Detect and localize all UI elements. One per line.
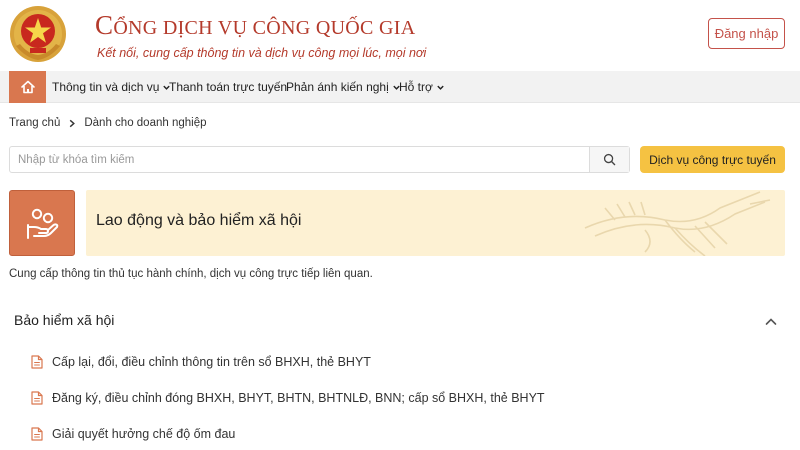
- category-title: Lao động và bảo hiểm xã hội: [96, 212, 302, 229]
- home-button[interactable]: [9, 71, 46, 103]
- accordion-title: Bảo hiểm xã hội: [14, 312, 115, 328]
- national-emblem-icon[interactable]: [8, 4, 68, 66]
- site-header: CỔNG DỊCH VỤ CÔNG QUỐC GIA Kết nối, cung…: [0, 0, 800, 71]
- chevron-down-icon: [436, 83, 445, 92]
- hand-coins-icon: [27, 208, 59, 239]
- procedure-item[interactable]: Giải quyết hưởng chế độ ốm đau: [31, 425, 235, 443]
- search-input[interactable]: [10, 147, 590, 172]
- search-icon: [603, 153, 616, 166]
- chevron-right-icon: [68, 119, 76, 128]
- bird-decoration-icon: [584, 191, 771, 256]
- chevron-up-icon[interactable]: [763, 314, 779, 330]
- search-bar: [9, 146, 630, 173]
- nav-item-support[interactable]: Hỗ trợ: [399, 71, 445, 103]
- document-icon: [31, 391, 43, 405]
- document-icon: [31, 355, 43, 369]
- category-description: Cung cấp thông tin thủ tục hành chính, d…: [9, 268, 373, 280]
- breadcrumb-home-link[interactable]: Trang chủ: [9, 117, 60, 129]
- category-banner: Lao động và bảo hiểm xã hội: [86, 190, 785, 256]
- nav-item-online-payment[interactable]: Thanh toán trực tuyến: [169, 71, 287, 103]
- site-title[interactable]: CỔNG DỊCH VỤ CÔNG QUỐC GIA: [95, 10, 415, 41]
- document-icon: [31, 427, 43, 441]
- online-services-button[interactable]: Dịch vụ công trực tuyến: [640, 146, 785, 173]
- category-icon-tile: [9, 190, 75, 256]
- nav-item-info-services[interactable]: Thông tin và dịch vụ: [52, 71, 171, 103]
- main-nav: Thông tin và dịch vụ Thanh toán trực tuy…: [0, 71, 800, 103]
- procedure-item[interactable]: Đăng ký, điều chỉnh đóng BHXH, BHYT, BHT…: [31, 389, 545, 407]
- search-button[interactable]: [589, 147, 629, 172]
- breadcrumb: Trang chủ Dành cho doanh nghiệp: [9, 117, 207, 129]
- procedure-item[interactable]: Cấp lại, đổi, điều chỉnh thông tin trên …: [31, 353, 371, 371]
- nav-item-feedback[interactable]: Phản ánh kiến nghị: [286, 71, 401, 103]
- login-button[interactable]: Đăng nhập: [708, 18, 785, 49]
- breadcrumb-current: Dành cho doanh nghiệp: [84, 117, 207, 129]
- accordion-social-insurance[interactable]: Bảo hiểm xã hội: [14, 310, 785, 332]
- home-icon: [20, 80, 35, 94]
- site-subtitle: Kết nối, cung cấp thông tin và dịch vụ c…: [97, 46, 427, 60]
